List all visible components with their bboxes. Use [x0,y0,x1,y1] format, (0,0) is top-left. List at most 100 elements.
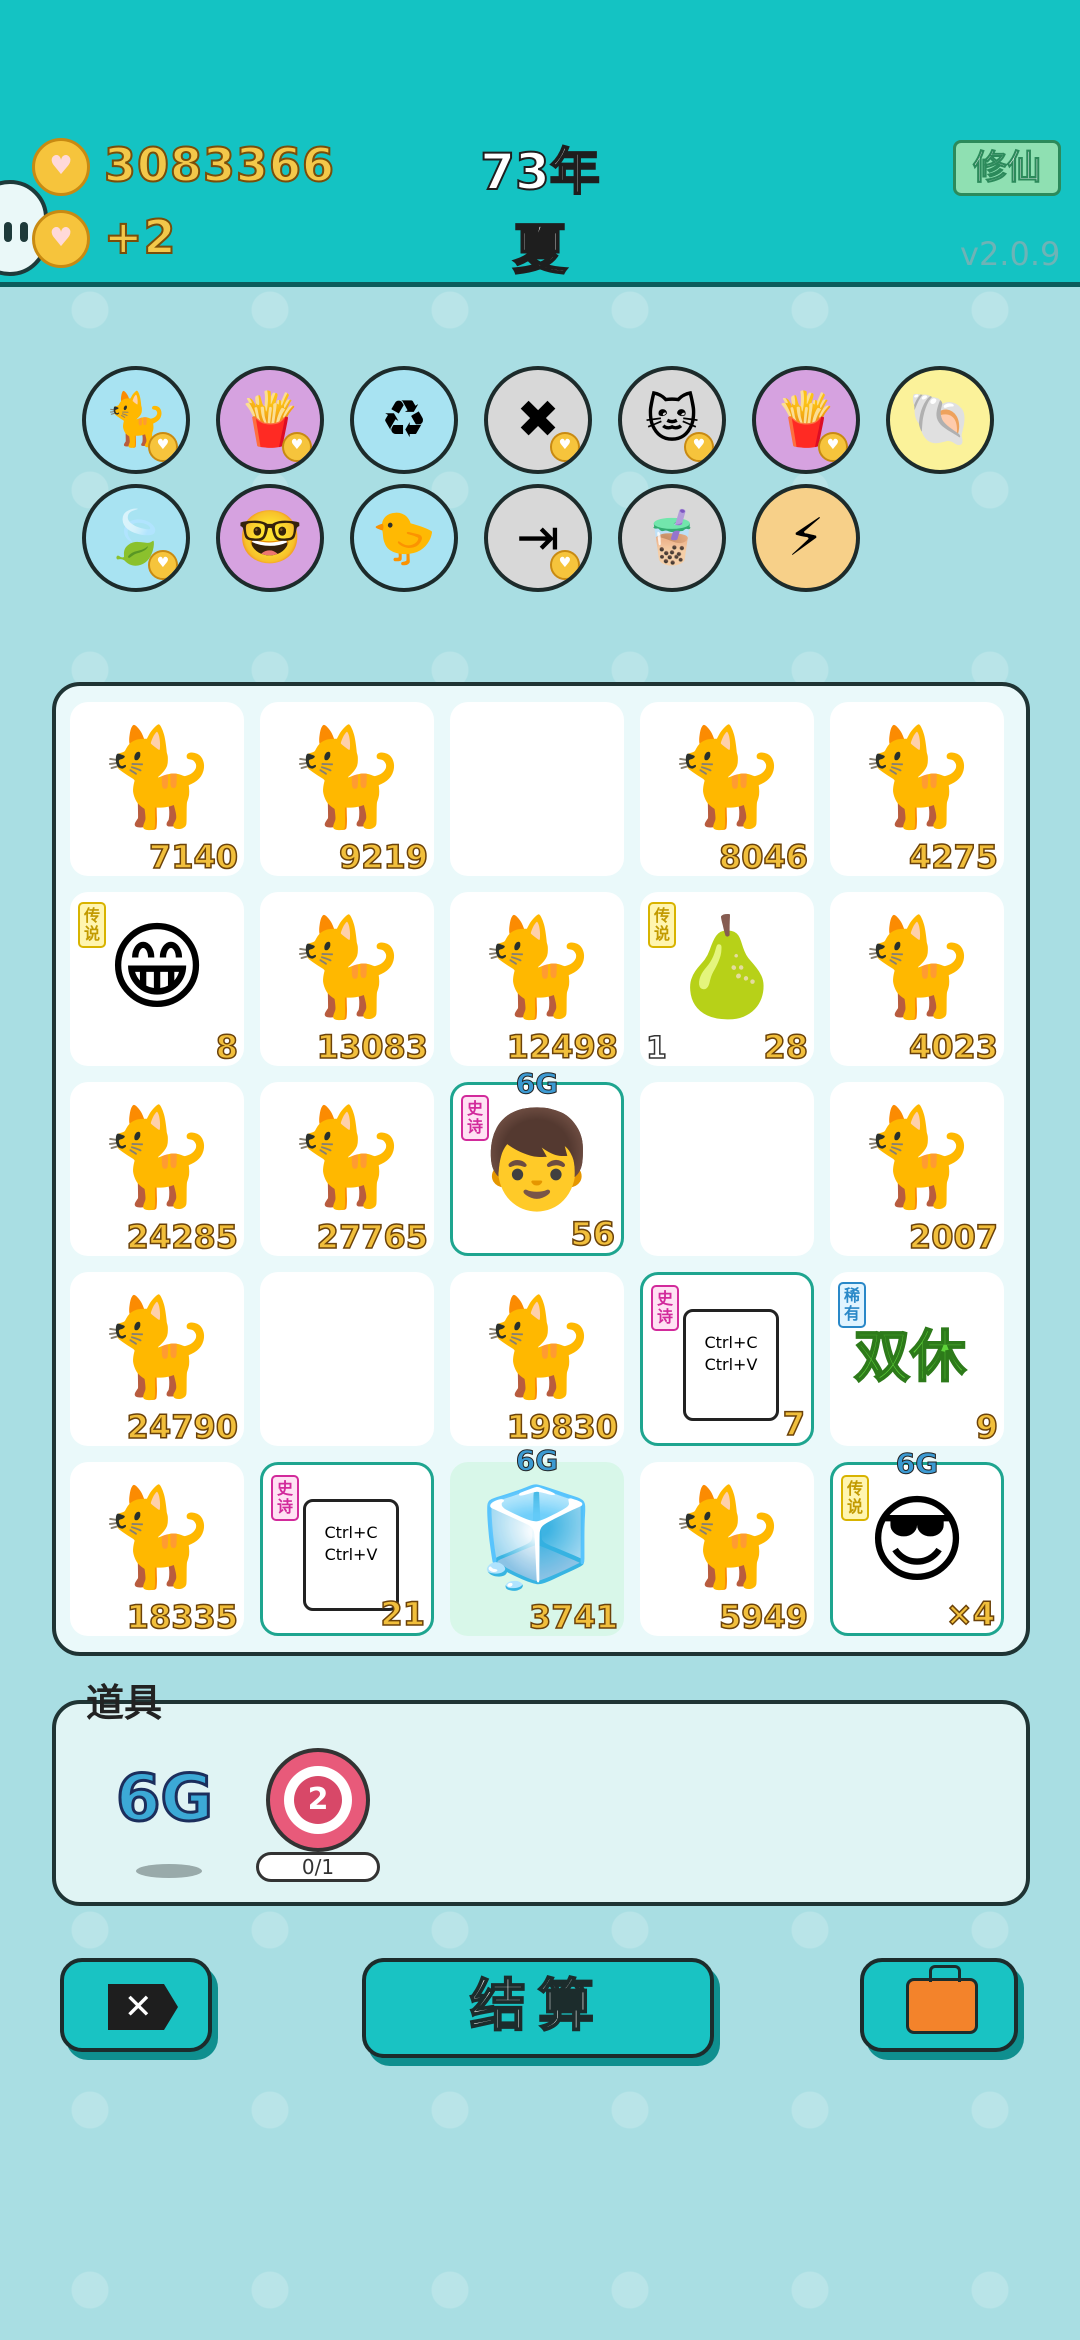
tile-copy[interactable]: Ctrl+C Ctrl+V 史诗 7 [640,1272,814,1446]
cat-icon: 🐈 [287,721,407,833]
tile-count: 19830 [506,1407,619,1447]
tile-count: 8 [215,1027,239,1067]
empty-tile[interactable] [260,1272,434,1446]
tile-count: 7 [782,1404,806,1444]
item-6g-shadow [136,1864,202,1878]
tile-shuangxiu[interactable]: 双休 稀有 9 [830,1272,1004,1447]
delete-button[interactable]: ✕ [60,1958,212,2052]
copy-paste-card: Ctrl+C Ctrl+V [683,1309,779,1421]
fridge-icon: 🧊 [477,1481,597,1593]
coin-total: 3083366 [103,137,336,193]
buff-lightning-icon[interactable]: ⚡ [752,484,860,592]
paste-line: Ctrl+V [704,1355,758,1374]
tile-cat[interactable]: 🐈 2007 [830,1082,1004,1257]
item-6g[interactable]: 6G [114,1761,214,1838]
bag-button[interactable] [860,1958,1018,2052]
cat-icon: 🐈 [97,1291,217,1403]
tile-count: 3741 [528,1597,619,1637]
rarity-badge: 传说 [78,902,106,948]
tile-copy[interactable]: Ctrl+C Ctrl+V 史诗 21 [260,1462,434,1636]
heart-badge-icon: ♥ [148,432,178,462]
items-panel: 6G 2 0/1 [52,1700,1030,1906]
buff-math-head-icon[interactable]: 🤓 [216,484,324,592]
cat-icon: 🐈 [287,1101,407,1213]
tag-6g: 6G [895,1447,939,1481]
heart-badge-icon: ♥ [282,432,312,462]
copy-line: Ctrl+C [704,1333,758,1352]
coin-rate-icon [32,210,90,268]
buff-delete-tag-icon[interactable]: ✖ ♥ [484,366,592,474]
rarity-badge: 传说 [648,902,676,948]
buff-leaf-icon[interactable]: 🍃 ♥ [82,484,190,592]
shuangxiu-text: 双休 [853,1324,967,1391]
buff-shell-icon[interactable]: 🐚 [886,366,994,474]
tile-cat[interactable]: 🐈 27765 [260,1082,434,1257]
tag-6g: 6G [515,1444,559,1478]
tile-count: 4023 [908,1027,999,1067]
cat-icon: 🐈 [97,1481,217,1593]
buff-bubble-tea-icon[interactable]: 🧋 [618,484,726,592]
items-label: 道具 [86,1681,163,1725]
target-item[interactable]: 2 [266,1748,370,1852]
tile-legend-face[interactable]: 😁 传说 8 [70,892,244,1067]
tile-cat[interactable]: 🐈 7140 [70,702,244,877]
tile-cat[interactable]: 🐈 13083 [260,892,434,1067]
briefcase-icon [906,1965,978,2034]
rarity-badge: 传说 [841,1475,869,1521]
tile-fridge[interactable]: 🧊 6G 3741 [450,1444,624,1637]
tile-count: 21 [380,1594,426,1634]
year-label: 73年 [479,142,601,202]
coin-rate: +2 [103,209,177,265]
empty-tile[interactable] [450,702,624,876]
tile-glasses-man[interactable]: 😎 传说 6G ×4 [830,1447,1004,1636]
tile-legend-pear[interactable]: 🍐 传说 1 28 [640,892,814,1067]
cat-icon: 🐈 [97,721,217,833]
coin-icon [32,138,90,196]
tile-cat[interactable]: 🐈 5949 [640,1462,814,1637]
tile-cat[interactable]: 🐈 24285 [70,1082,244,1257]
tile-cat[interactable]: 🐈 18335 [70,1462,244,1637]
settle-label: 结算 [469,1973,606,2040]
buff-fries-icon[interactable]: 🍟 ♥ [216,366,324,474]
tile-cat[interactable]: 🐈 19830 [450,1272,624,1447]
tile-boy[interactable]: 👦 史诗 6G 56 [450,1067,624,1256]
rarity-badge: 史诗 [651,1285,679,1331]
target-progress: 0/1 [256,1852,380,1882]
cat-icon: 🐈 [97,1101,217,1213]
tile-count: 56 [570,1214,616,1254]
cat-icon: 🐈 [667,1481,787,1593]
cat-icon: 🐈 [477,1291,597,1403]
cat-icon: 🐈 [857,911,977,1023]
settle-button[interactable]: 结算 [362,1958,714,2058]
tile-cat[interactable]: 🐈 4275 [830,702,1004,877]
tile-count: 2007 [908,1217,999,1257]
tile-count: 9 [975,1407,999,1447]
tag-6g: 6G [515,1067,559,1101]
tile-count: 13083 [316,1027,429,1067]
tile-count: 24285 [126,1217,239,1257]
tile-cat[interactable]: 🐈 8046 [640,702,814,877]
buff-skip-icon[interactable]: ⇥ ♥ [484,484,592,592]
heart-badge-icon: ♥ [550,550,580,580]
tile-count: 12498 [506,1027,619,1067]
tile-count: 9219 [338,837,429,877]
tile-cat[interactable]: 🐈 12498 [450,892,624,1067]
tile-cat[interactable]: 🐈 9219 [260,702,434,877]
buff-recycle-icon[interactable]: ♻ [350,366,458,474]
buff-owl-cats-icon[interactable]: 🐱 ♥ [618,366,726,474]
buff-cat-back-icon[interactable]: 🐈 ♥ [82,366,190,474]
cat-icon: 🐈 [667,721,787,833]
cat-icon: 🐈 [857,721,977,833]
buff-fries-2-icon[interactable]: 🍟 ♥ [752,366,860,474]
heart-badge-icon: ♥ [148,550,178,580]
tile-count: 18335 [126,1597,239,1637]
rarity-badge: 史诗 [271,1475,299,1521]
tile-cat[interactable]: 🐈 4023 [830,892,1004,1067]
empty-tile[interactable] [640,1082,814,1256]
buff-chick-egg-icon[interactable]: 🐤 [350,484,458,592]
cat-icon: 🐈 [477,911,597,1023]
tile-count: 5949 [718,1597,809,1637]
rarity-badge: 稀有 [838,1282,866,1328]
cultivate-button[interactable]: 修仙 [953,140,1061,196]
tile-cat[interactable]: 🐈 24790 [70,1272,244,1447]
